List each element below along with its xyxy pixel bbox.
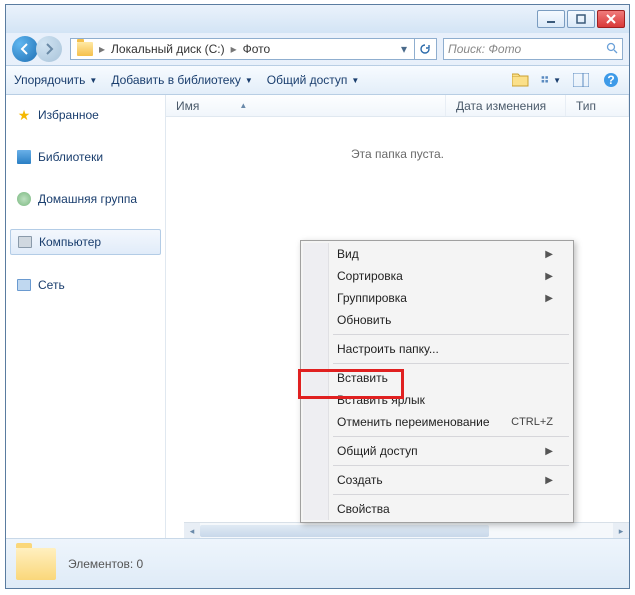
toolbar: Упорядочить▼ Добавить в библиотеку▼ Общи… (6, 65, 629, 95)
menu-item-share[interactable]: Общий доступ▶ (303, 440, 571, 462)
chevron-right-icon: ▸ (97, 42, 107, 56)
view-options-button[interactable]: ▼ (541, 71, 561, 89)
breadcrumb-drive[interactable]: Локальный диск (C:) (107, 42, 229, 56)
forward-button[interactable] (36, 36, 62, 62)
add-to-library-menu[interactable]: Добавить в библиотеку▼ (111, 73, 252, 87)
share-menu[interactable]: Общий доступ▼ (267, 73, 360, 87)
homegroup-icon (16, 191, 32, 207)
libraries-icon (16, 149, 32, 165)
submenu-arrow-icon: ▶ (545, 475, 553, 486)
maximize-button[interactable] (567, 10, 595, 28)
sidebar-item-network[interactable]: Сеть (10, 273, 161, 297)
menu-item-properties[interactable]: Свойства (303, 498, 571, 520)
menu-separator (333, 334, 569, 335)
menu-item-group[interactable]: Группировка▶ (303, 287, 571, 309)
scroll-left-icon[interactable]: ◂ (184, 523, 200, 539)
back-button[interactable] (12, 36, 38, 62)
sidebar-item-computer[interactable]: Компьютер (10, 229, 161, 255)
folder-icon (77, 42, 93, 56)
computer-icon (17, 234, 33, 250)
search-input[interactable]: Поиск: Фото (443, 38, 623, 60)
menu-item-view[interactable]: Вид▶ (303, 243, 571, 265)
submenu-arrow-icon: ▶ (545, 271, 553, 282)
folder-icon (16, 548, 56, 580)
menu-item-paste-shortcut[interactable]: Вставить ярлык (303, 389, 571, 411)
star-icon: ★ (16, 107, 32, 123)
submenu-arrow-icon: ▶ (545, 293, 553, 304)
context-menu: Вид▶ Сортировка▶ Группировка▶ Обновить Н… (300, 240, 574, 523)
refresh-icon[interactable] (414, 39, 434, 59)
scroll-right-icon[interactable]: ▸ (613, 523, 629, 539)
search-placeholder: Поиск: Фото (448, 42, 521, 56)
menu-separator (333, 494, 569, 495)
empty-folder-text: Эта папка пуста. (166, 147, 629, 161)
chevron-right-icon: ▸ (229, 42, 239, 56)
breadcrumb-box[interactable]: ▸ Локальный диск (C:) ▸ Фото ▾ (70, 38, 437, 60)
menu-item-refresh[interactable]: Обновить (303, 309, 571, 331)
horizontal-scrollbar[interactable]: ◂ ▸ (184, 522, 629, 538)
menu-item-customize[interactable]: Настроить папку... (303, 338, 571, 360)
submenu-arrow-icon: ▶ (545, 249, 553, 260)
minimize-button[interactable] (537, 10, 565, 28)
help-icon[interactable]: ? (601, 71, 621, 89)
breadcrumb-folder[interactable]: Фото (239, 42, 275, 56)
column-headers: Имя▲ Дата изменения Тип (166, 95, 629, 117)
scroll-track[interactable] (200, 523, 613, 538)
menu-item-sort[interactable]: Сортировка▶ (303, 265, 571, 287)
navigation-pane: ★Избранное Библиотеки Домашняя группа Ко… (6, 95, 166, 538)
column-modified[interactable]: Дата изменения (446, 95, 566, 116)
scroll-thumb[interactable] (200, 525, 489, 537)
menu-separator (333, 436, 569, 437)
menu-item-paste[interactable]: Вставить (303, 367, 571, 389)
status-bar: Элементов: 0 (6, 538, 629, 588)
menu-separator (333, 465, 569, 466)
address-bar: ▸ Локальный диск (C:) ▸ Фото ▾ Поиск: Фо… (6, 33, 629, 65)
sidebar-item-favorites[interactable]: ★Избранное (10, 103, 161, 127)
svg-text:?: ? (607, 73, 614, 87)
preview-pane-button[interactable] (571, 71, 591, 89)
sidebar-item-homegroup[interactable]: Домашняя группа (10, 187, 161, 211)
shortcut-text: CTRL+Z (511, 416, 553, 428)
sidebar-item-libraries[interactable]: Библиотеки (10, 145, 161, 169)
column-type[interactable]: Тип (566, 95, 629, 116)
search-icon (606, 42, 618, 57)
menu-separator (333, 363, 569, 364)
menu-item-undo[interactable]: Отменить переименованиеCTRL+Z (303, 411, 571, 433)
breadcrumb-dropdown[interactable]: ▾ (394, 39, 414, 59)
column-name[interactable]: Имя▲ (166, 95, 446, 116)
menu-item-new[interactable]: Создать▶ (303, 469, 571, 491)
network-icon (16, 277, 32, 293)
submenu-arrow-icon: ▶ (545, 446, 553, 457)
organize-menu[interactable]: Упорядочить▼ (14, 73, 97, 87)
titlebar (6, 5, 629, 33)
close-button[interactable] (597, 10, 625, 28)
status-text: Элементов: 0 (68, 557, 143, 571)
nav-buttons (12, 36, 64, 62)
sort-asc-icon: ▲ (239, 101, 247, 110)
new-folder-icon[interactable] (511, 71, 531, 89)
